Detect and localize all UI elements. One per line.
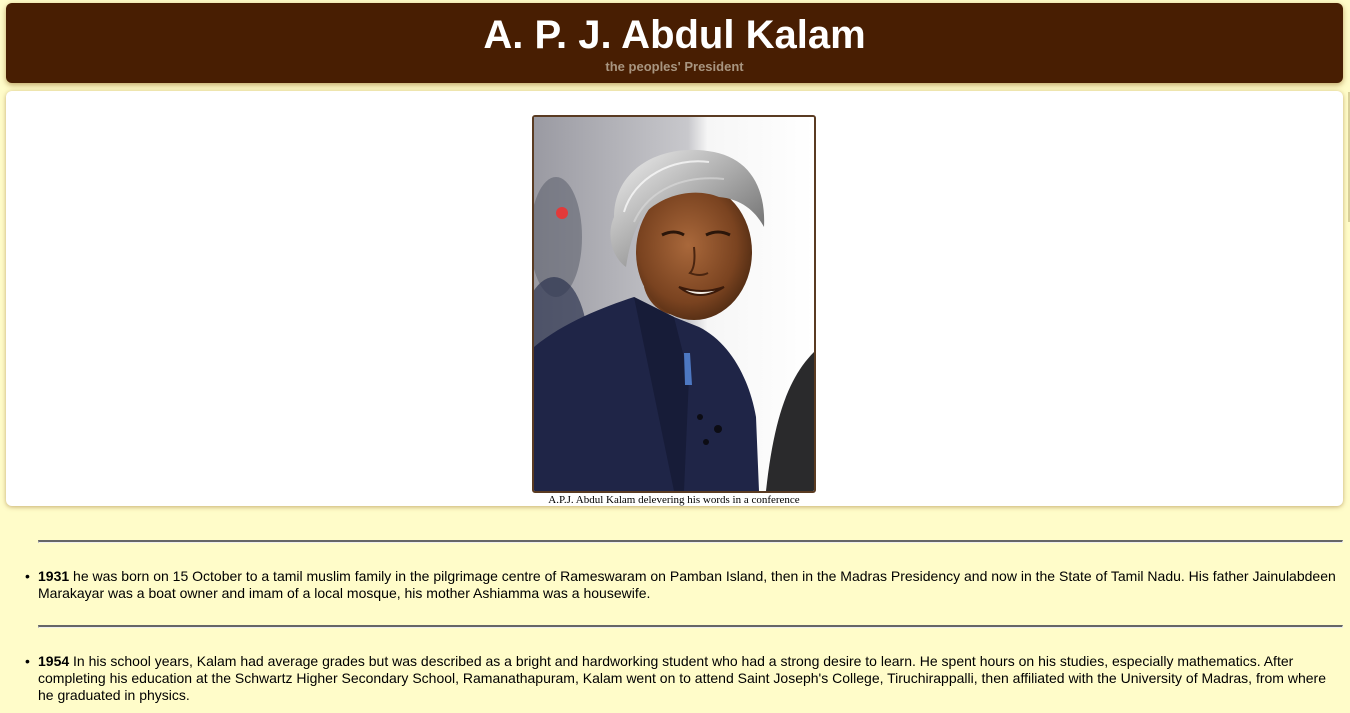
timeline-text: he was born on 15 October to a tamil mus…	[38, 568, 1336, 601]
timeline-text: In his school years, Kalam had average g…	[38, 653, 1326, 703]
list-item: • 1931 he was born on 15 October to a tam…	[25, 568, 1343, 602]
page-header: A. P. J. Abdul Kalam the peoples' Presid…	[6, 3, 1343, 83]
timeline-year: 1954	[38, 653, 70, 669]
photo-caption: A.P.J. Abdul Kalam delevering his words …	[548, 494, 800, 506]
bullet-icon: •	[25, 653, 30, 669]
divider	[38, 625, 1343, 628]
timeline-entry: • 1954 In his school years, Kalam had ave…	[25, 625, 1343, 704]
divider	[38, 540, 1343, 543]
list-item: • 1954 In his school years, Kalam had ave…	[25, 653, 1343, 704]
bullet-icon: •	[25, 568, 30, 584]
photo-panel: A.P.J. Abdul Kalam delevering his words …	[6, 91, 1343, 506]
timeline-entry: • 1931 he was born on 15 October to a tam…	[25, 540, 1343, 602]
timeline-list: • 1931 he was born on 15 October to a tam…	[0, 540, 1350, 704]
portrait-photo	[532, 115, 816, 493]
page-subtitle: the peoples' President	[605, 59, 744, 74]
photo-figure: A.P.J. Abdul Kalam delevering his words …	[532, 115, 816, 506]
timeline-year: 1931	[38, 568, 70, 584]
portrait-illustration	[534, 117, 814, 491]
page-title: A. P. J. Abdul Kalam	[483, 13, 866, 57]
